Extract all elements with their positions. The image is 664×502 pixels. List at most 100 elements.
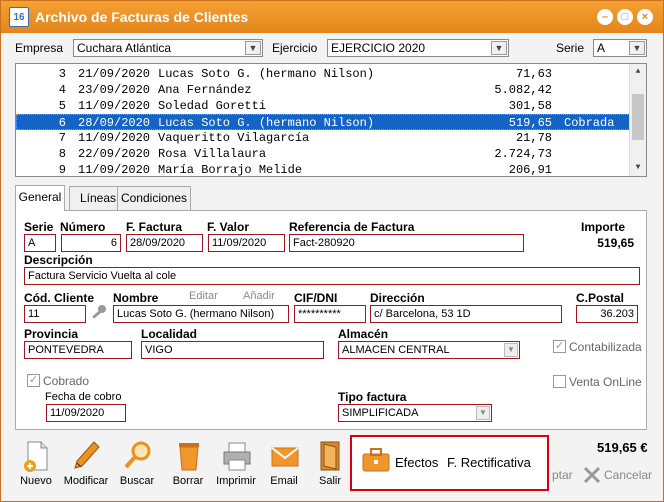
tab-condiciones[interactable]: Condiciones — [117, 186, 191, 210]
tipofactura-value: SIMPLIFICADA — [342, 407, 419, 419]
almacen-select[interactable]: ALMACEN CENTRAL ▼ — [338, 341, 520, 359]
scroll-down-icon[interactable]: ▼ — [630, 160, 646, 176]
cpostal-label: C.Postal — [576, 291, 625, 305]
table-row[interactable]: 9 11/09/2020 María Borrajo Melide 206,91 — [16, 162, 630, 176]
table-row-selected[interactable]: 6 28/09/2020 Lucas Soto G. (hermano Nils… — [16, 114, 630, 130]
f-rectificativa-button[interactable]: F. Rectificativa — [447, 455, 531, 470]
provincia-label: Provincia — [24, 327, 79, 341]
borrar-button[interactable]: Borrar — [166, 438, 210, 494]
fechacobro-field[interactable]: 11/09/2020 — [46, 404, 126, 422]
empresa-label: Empresa — [15, 41, 64, 55]
numero-field[interactable]: 6 — [61, 234, 121, 252]
modificar-button[interactable]: Modificar — [64, 438, 108, 494]
app-icon: 16 — [9, 7, 29, 27]
empresa-value: Cuchara Atlántica — [77, 41, 172, 55]
empresa-select[interactable]: Cuchara Atlántica ▼ — [73, 39, 263, 57]
cobrado-label: Cobrado — [43, 374, 90, 388]
invoice-window: 16 Archivo de Facturas de Clientes – □ ×… — [0, 0, 664, 502]
close-button[interactable]: × — [637, 9, 653, 25]
referencia-field[interactable]: Fact-280920 — [289, 234, 524, 252]
cancel-x-icon[interactable] — [582, 465, 602, 485]
new-document-icon — [24, 441, 48, 472]
imprimir-button[interactable]: Imprimir — [214, 438, 258, 494]
ejercicio-label: Ejercicio — [272, 41, 318, 55]
exit-door-icon — [320, 441, 340, 471]
invoice-list[interactable]: 3 21/09/2020 Lucas Soto G. (hermano Nils… — [15, 63, 647, 177]
scroll-thumb[interactable] — [632, 94, 644, 140]
chevron-down-icon: ▼ — [491, 41, 507, 55]
aceptar-button[interactable]: ptar — [552, 468, 573, 482]
direccion-field[interactable]: c/ Barcelona, 53 1D — [370, 305, 562, 323]
table-row[interactable]: 3 21/09/2020 Lucas Soto G. (hermano Nils… — [16, 66, 630, 82]
localidad-label: Localidad — [141, 327, 198, 341]
editar-link[interactable]: Editar — [189, 290, 218, 302]
salir-button[interactable]: Salir — [308, 438, 352, 494]
fvalor-field[interactable]: 11/09/2020 — [208, 234, 285, 252]
importe-value: 519,65 — [597, 236, 634, 250]
table-row[interactable]: 4 23/09/2020 Ana Fernández 5.082,42 — [16, 82, 630, 98]
chevron-down-icon: ▼ — [504, 343, 518, 357]
serie-select[interactable]: A ▼ — [593, 39, 647, 57]
buscar-button[interactable]: Buscar — [115, 438, 159, 494]
contabilizada-checkbox[interactable]: ✓ — [553, 340, 566, 353]
ffactura-field[interactable]: 28/09/2020 — [126, 234, 203, 252]
codcliente-field[interactable]: 11 — [24, 305, 86, 323]
maximize-button[interactable]: □ — [617, 9, 633, 25]
list-scrollbar[interactable]: ▲ ▼ — [629, 64, 646, 176]
scroll-up-icon[interactable]: ▲ — [630, 64, 646, 80]
minimize-button[interactable]: – — [597, 9, 613, 25]
cif-field[interactable]: ********** — [294, 305, 366, 323]
ventaonline-label: Venta OnLine — [569, 375, 642, 389]
nombre-field[interactable]: Lucas Soto G. (hermano Nilson) — [113, 305, 289, 323]
chevron-down-icon: ▼ — [476, 406, 490, 420]
table-row[interactable]: 8 22/09/2020 Rosa Villalaura 2.724,73 — [16, 146, 630, 162]
nombre-label: Nombre — [113, 291, 159, 305]
ventaonline-checkbox[interactable] — [553, 375, 566, 388]
table-row[interactable]: 5 11/09/2020 Soledad Goretti 301,58 — [16, 98, 630, 114]
envelope-icon — [271, 447, 299, 467]
almacen-label: Almacén — [338, 327, 389, 341]
general-panel: Serie A Número 6 F. Factura 28/09/2020 F… — [15, 210, 647, 430]
numero-label: Número — [60, 220, 106, 234]
provincia-field[interactable]: PONTEVEDRA — [24, 341, 132, 359]
table-row[interactable]: 7 11/09/2020 Vaqueritto Vilagarcía 21,78 — [16, 130, 630, 146]
tipofactura-select[interactable]: SIMPLIFICADA ▼ — [338, 404, 492, 422]
referencia-label: Referencia de Factura — [289, 220, 415, 234]
tab-general[interactable]: General — [15, 185, 65, 211]
cpostal-field[interactable]: 36.203 — [576, 305, 638, 323]
fechacobro-label: Fecha de cobro — [45, 391, 122, 403]
importe-label: Importe — [581, 220, 626, 234]
total-amount: 519,65 € — [597, 440, 648, 455]
ejercicio-select[interactable]: EJERCICIO 2020 ▼ — [327, 39, 509, 57]
localidad-field[interactable]: VIGO — [141, 341, 324, 359]
key-icon[interactable] — [90, 303, 108, 321]
serie-label: Serie — [24, 220, 54, 234]
nuevo-button[interactable]: Nuevo — [14, 438, 58, 494]
fvalor-label: F. Valor — [207, 220, 250, 234]
trash-icon — [179, 443, 199, 471]
ffactura-label: F. Factura — [126, 220, 183, 234]
ejercicio-value: EJERCICIO 2020 — [331, 41, 426, 55]
tipofactura-label: Tipo factura — [338, 390, 407, 404]
magnifier-icon — [124, 441, 151, 469]
descripcion-label: Descripción — [24, 253, 93, 267]
efectos-button[interactable]: Efectos — [395, 455, 438, 470]
serie-field[interactable]: A — [24, 234, 56, 252]
cif-label: CIF/DNI — [294, 291, 338, 305]
serie-filter-value: A — [597, 41, 606, 55]
descripcion-field[interactable]: Factura Servicio Vuelta al cole — [24, 267, 640, 285]
cobrado-checkbox[interactable]: ✓ — [27, 374, 40, 387]
briefcase-icon — [362, 448, 390, 472]
direccion-label: Dirección — [370, 291, 425, 305]
title-bar: 16 Archivo de Facturas de Clientes – □ × — [1, 1, 663, 33]
cancelar-button[interactable]: Cancelar — [604, 468, 652, 482]
almacen-value: ALMACEN CENTRAL — [342, 344, 450, 356]
chevron-down-icon: ▼ — [629, 41, 645, 55]
pencil-icon — [74, 441, 100, 469]
codcliente-label: Cód. Cliente — [24, 291, 95, 305]
anadir-link[interactable]: Añadir — [243, 290, 275, 302]
chevron-down-icon: ▼ — [245, 41, 261, 55]
serie-filter-label: Serie — [556, 41, 585, 55]
email-button[interactable]: Email — [262, 438, 306, 494]
window-title: Archivo de Facturas de Clientes — [35, 9, 249, 25]
